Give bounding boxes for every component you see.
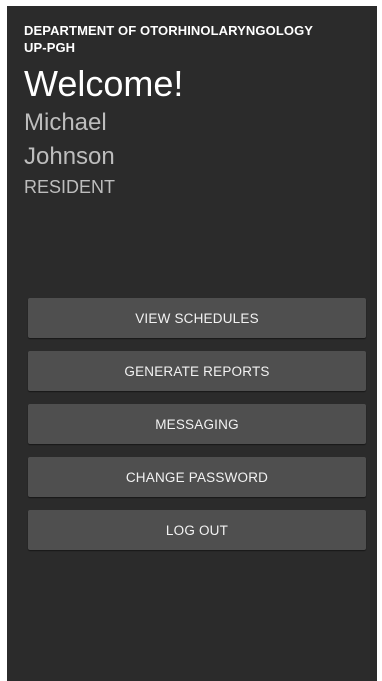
department-title: DEPARTMENT OF OTORHINOLARYNGOLOGY UP-PGH [24,22,367,56]
change-password-button[interactable]: CHANGE PASSWORD [28,457,366,497]
messaging-button[interactable]: MESSAGING [28,404,366,444]
department-name: DEPARTMENT OF OTORHINOLARYNGOLOGY [24,23,314,38]
welcome-heading: Welcome! [24,63,184,104]
main-menu: VIEW SCHEDULES GENERATE REPORTS MESSAGIN… [28,298,366,563]
app-screen: DEPARTMENT OF OTORHINOLARYNGOLOGY UP-PGH… [7,6,377,681]
user-last-name: Johnson [24,143,115,170]
generate-reports-button[interactable]: GENERATE REPORTS [28,351,366,391]
user-first-name: Michael [24,109,107,136]
log-out-button[interactable]: LOG OUT [28,510,366,550]
header: DEPARTMENT OF OTORHINOLARYNGOLOGY UP-PGH… [24,22,367,198]
user-role: RESIDENT [24,177,116,197]
view-schedules-button[interactable]: VIEW SCHEDULES [28,298,366,338]
department-subtitle: UP-PGH [24,40,76,55]
